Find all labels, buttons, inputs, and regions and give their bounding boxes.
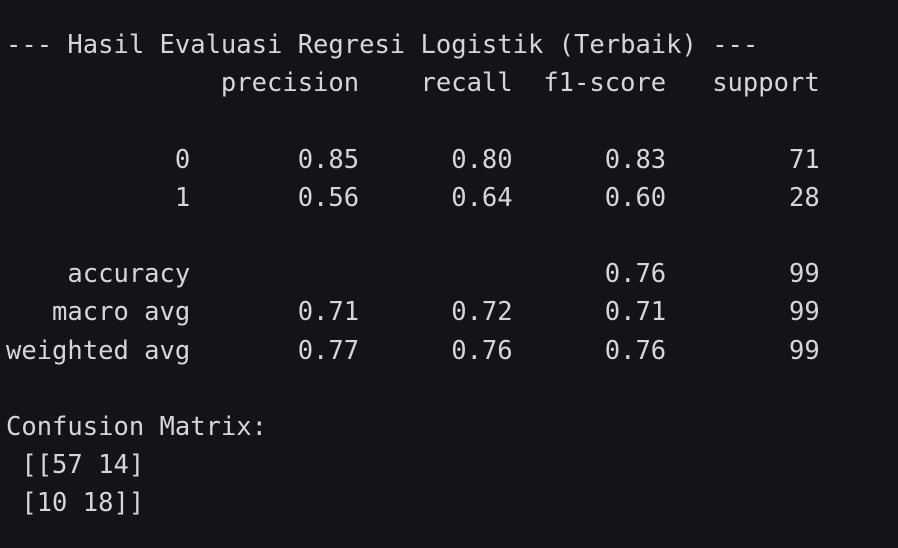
report-row-class-1: 1 0.56 0.64 0.60 28: [6, 182, 820, 213]
output-text-block: --- Hasil Evaluasi Regresi Logistik (Ter…: [6, 26, 820, 522]
report-row-class-0: 0 0.85 0.80 0.83 71: [6, 144, 820, 175]
evaluation-title-line: --- Hasil Evaluasi Regresi Logistik (Ter…: [6, 30, 759, 60]
report-row-macro-avg: macro avg 0.71 0.72 0.71 99: [6, 297, 820, 328]
confusion-matrix-title: Confusion Matrix:: [6, 411, 267, 442]
report-header-line: precision recall f1-score support: [6, 68, 820, 99]
report-row-weighted-avg: weighted avg 0.77 0.76 0.76 99: [6, 335, 820, 366]
confusion-matrix-row-1: [[57 14]: [6, 450, 145, 481]
report-row-accuracy: accuracy 0.76 99: [6, 259, 820, 290]
console-output-panel: --- Hasil Evaluasi Regresi Logistik (Ter…: [0, 0, 898, 548]
confusion-matrix-row-2: [10 18]]: [6, 488, 145, 519]
